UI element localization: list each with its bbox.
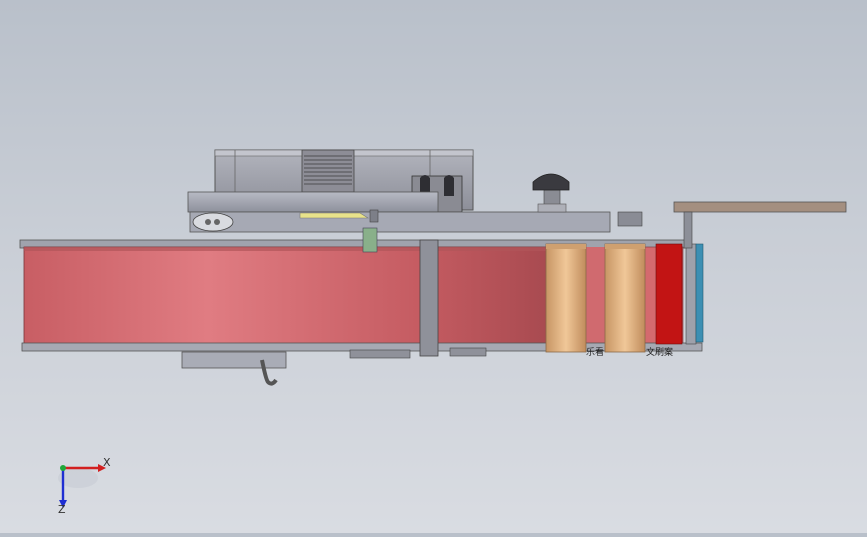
roller-label-right: 文刷案 — [646, 346, 673, 358]
axis-triad — [58, 464, 106, 508]
roller-label-left: 乐看 — [586, 346, 604, 358]
cad-viewport[interactable]: 乐看 文刷案 X Z — [0, 0, 867, 533]
side-plate — [685, 243, 697, 345]
support-post — [419, 239, 439, 357]
tension-knob — [532, 173, 570, 213]
roller-right — [604, 243, 646, 353]
axis-z-label: Z — [58, 503, 66, 516]
red-guard — [655, 243, 683, 345]
roller-left — [545, 243, 587, 353]
blue-edge — [695, 243, 704, 343]
model-drawing: 乐看 文刷案 — [19, 149, 847, 508]
sensor-green — [362, 227, 378, 253]
drive-unit-bottom — [181, 347, 487, 386]
axis-x-label: X — [103, 456, 111, 469]
